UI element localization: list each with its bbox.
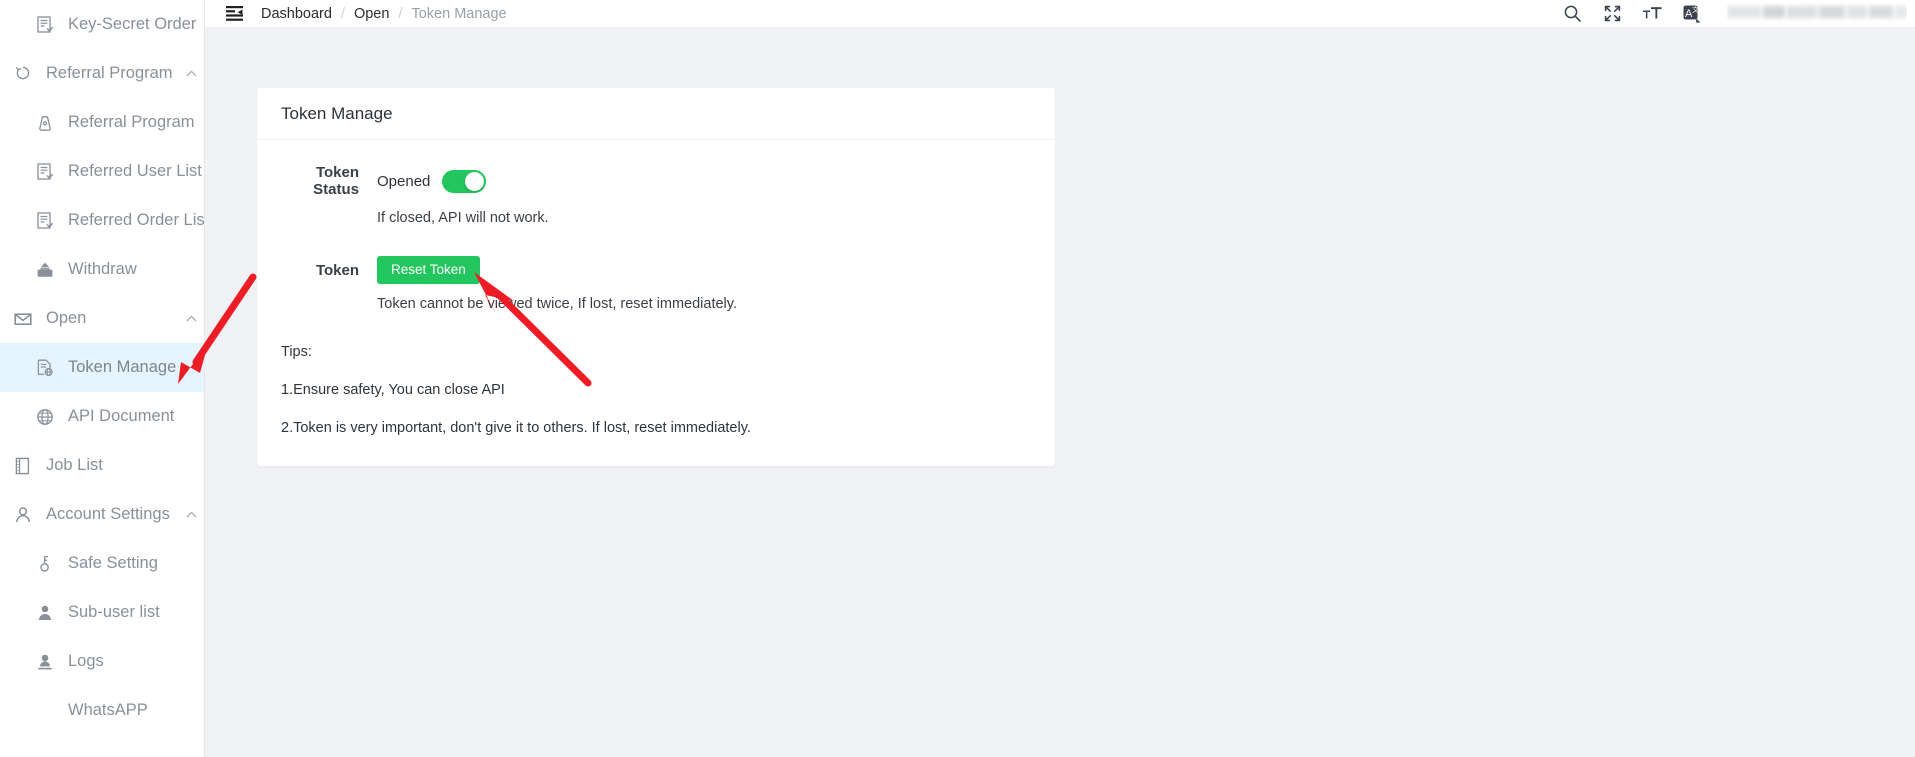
- token-doc-icon: [34, 357, 56, 379]
- svg-text:文: 文: [1692, 5, 1699, 14]
- tips-section: Tips: 1.Ensure safety, You can close API…: [281, 344, 1031, 436]
- sidebar-item-referred-user-list[interactable]: Referred User List: [0, 147, 204, 196]
- token-status-hint: If closed, API will not work.: [377, 210, 549, 226]
- sidebar-item-label: API Document: [68, 407, 175, 425]
- font-size-icon[interactable]: [1641, 3, 1663, 25]
- token-manage-card: Token Manage Token Status Opened If clos…: [257, 88, 1055, 466]
- token-control: Reset Token: [377, 256, 480, 284]
- user-solid-icon: [34, 602, 56, 624]
- sidebar-item-label: Referred Order List: [68, 211, 205, 229]
- sidebar-item-referral-program[interactable]: Referral Program: [0, 98, 204, 147]
- token-status-label: Token Status: [313, 164, 359, 198]
- main-area: Dashboard / Open / Token Manage A 文 Toke…: [205, 0, 1915, 757]
- breadcrumb-item-open[interactable]: Open: [354, 6, 389, 22]
- user-outline-icon: [12, 504, 34, 526]
- toggle-knob: [465, 171, 485, 191]
- envelope-icon: [12, 308, 34, 330]
- token-status-toggle[interactable]: [442, 169, 487, 193]
- breadcrumb-separator: /: [340, 5, 345, 22]
- order-doc-icon: [34, 14, 56, 36]
- chevron-up-icon[interactable]: [178, 315, 204, 322]
- sidebar-item-referral-program[interactable]: Referral Program: [0, 49, 204, 98]
- sidebar-item-key-secret-order[interactable]: Key-Secret Order: [0, 0, 204, 49]
- key-icon: [34, 553, 56, 575]
- card-body: Token Status Opened If closed, API will …: [257, 140, 1055, 466]
- sidebar-item-label: Referred User List: [68, 162, 202, 180]
- breadcrumb: Dashboard / Open / Token Manage: [261, 6, 507, 22]
- sidebar-item-label: Withdraw: [68, 260, 137, 278]
- search-icon[interactable]: [1561, 3, 1583, 25]
- sidebar-item-whatsapp[interactable]: WhatsAPP: [0, 686, 204, 735]
- tips-line-1: 1.Ensure safety, You can close API: [281, 382, 505, 398]
- sidebar-item-label: Job List: [46, 456, 103, 474]
- chevron-up-icon[interactable]: [178, 70, 204, 77]
- sidebar-item-token-manage[interactable]: Token Manage: [0, 343, 204, 392]
- user-log-icon: [34, 651, 56, 673]
- token-status-row: Token Status Opened: [281, 164, 1031, 198]
- menu-fold-icon[interactable]: [221, 3, 247, 25]
- tips-line-2: 2.Token is very important, don't give it…: [281, 420, 751, 436]
- sidebar-item-referred-order-list[interactable]: Referred Order List: [0, 196, 204, 245]
- breadcrumb-item-token-manage: Token Manage: [411, 5, 507, 22]
- sidebar-nav-list: Key-Secret Order Referral Program Referral…: [0, 0, 204, 735]
- sidebar-item-logs[interactable]: Logs: [0, 637, 204, 686]
- token-row: Token Reset Token: [281, 256, 1031, 284]
- sidebar-item-api-document[interactable]: API Document: [0, 392, 204, 441]
- tips-heading: Tips:: [281, 344, 312, 360]
- reset-token-button[interactable]: Reset Token: [377, 256, 480, 284]
- sidebar-item-label: Sub-user list: [68, 603, 160, 621]
- token-label: Token: [315, 261, 359, 279]
- sidebar-item-open[interactable]: Open: [0, 294, 204, 343]
- token-status-control: Opened: [377, 169, 487, 193]
- sidebar-item-label: Account Settings: [46, 505, 170, 523]
- sidebar-item-job-list[interactable]: Job List: [0, 441, 204, 490]
- sidebar-item-account-settings[interactable]: Account Settings: [0, 490, 204, 539]
- sidebar-item-sub-user-list[interactable]: Sub-user list: [0, 588, 204, 637]
- sidebar-item-label: Key-Secret Order: [68, 15, 197, 33]
- job-list-icon: [12, 455, 34, 477]
- order-doc-icon: [34, 210, 56, 232]
- withdraw-icon: [34, 259, 56, 281]
- app-root: Key-Secret Order Referral Program Referral…: [0, 0, 1915, 757]
- sidebar-item-label: Token Manage: [68, 358, 177, 376]
- card-title: Token Manage: [257, 88, 1055, 140]
- sidebar-item-label: Open: [46, 309, 87, 327]
- top-bar-actions: A 文: [1561, 3, 1915, 25]
- fullscreen-icon[interactable]: [1601, 3, 1623, 25]
- sidebar-item-label: Referral Program: [46, 64, 173, 82]
- sidebar-item-withdraw[interactable]: Withdraw: [0, 245, 204, 294]
- sidebar-item-safe-setting[interactable]: Safe Setting: [0, 539, 204, 588]
- user-account-area[interactable]: [1727, 3, 1907, 25]
- sidebar: Key-Secret Order Referral Program Referral…: [0, 0, 205, 757]
- translate-icon[interactable]: A 文: [1681, 3, 1703, 25]
- token-hint: Token cannot be viewed twice, If lost, r…: [377, 296, 737, 312]
- chevron-up-icon[interactable]: [178, 511, 204, 518]
- token-status-value: Opened: [377, 172, 431, 190]
- sidebar-item-label: Logs: [68, 652, 104, 670]
- bag-icon: [34, 112, 56, 134]
- breadcrumb-item-dashboard[interactable]: Dashboard: [261, 6, 332, 22]
- sidebar-item-label: WhatsAPP: [68, 701, 148, 719]
- content-area: Token Manage Token Status Opened If clos…: [205, 28, 1915, 757]
- globe-icon: [34, 406, 56, 428]
- sidebar-item-label: Referral Program: [68, 113, 195, 131]
- breadcrumb-separator: /: [398, 5, 403, 22]
- order-doc-icon: [34, 161, 56, 183]
- sidebar-item-label: Safe Setting: [68, 554, 158, 572]
- top-bar: Dashboard / Open / Token Manage A 文: [205, 0, 1915, 28]
- referral-icon: [12, 63, 34, 85]
